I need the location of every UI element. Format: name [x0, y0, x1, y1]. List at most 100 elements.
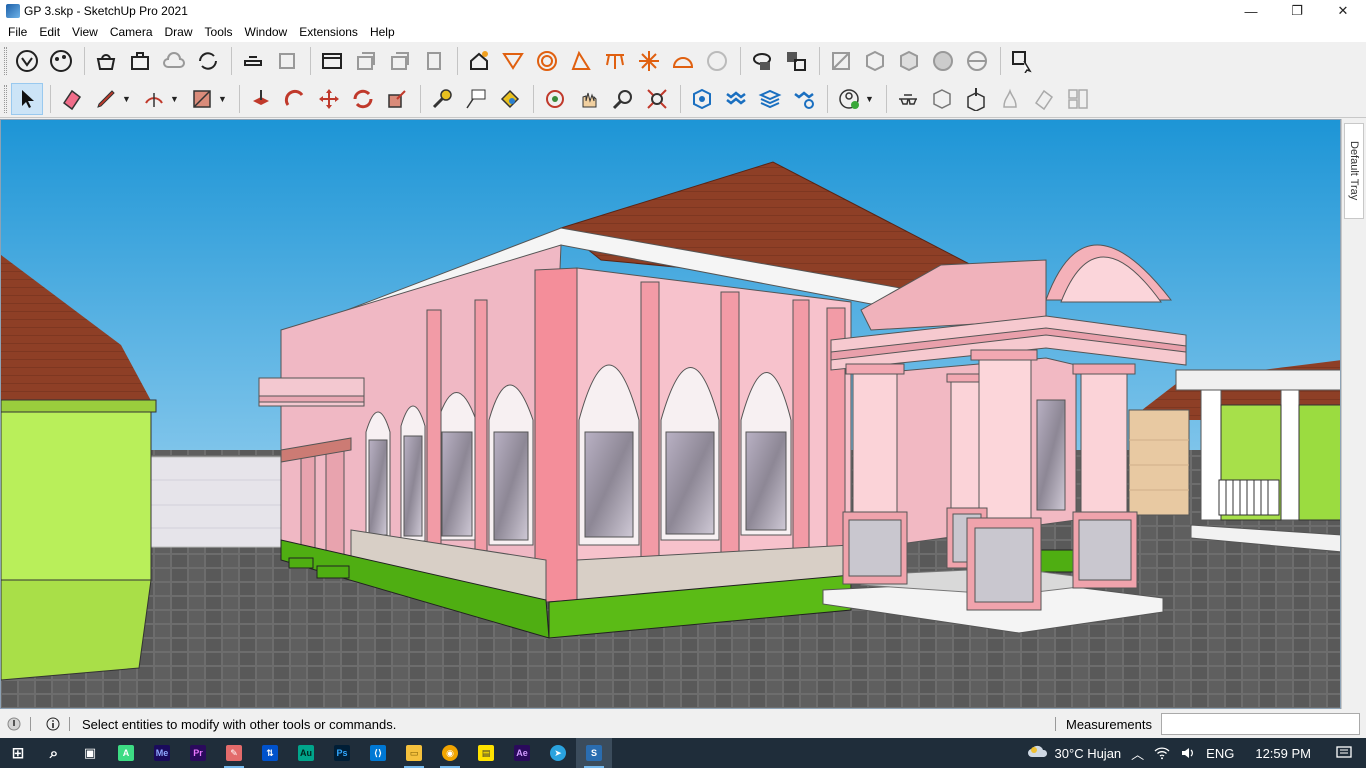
view-right-icon[interactable] — [418, 45, 450, 77]
menu-help[interactable]: Help — [364, 22, 401, 42]
rectangle-icon[interactable] — [186, 83, 218, 115]
chevron-up-icon[interactable]: ︿ — [1131, 744, 1144, 763]
sticky-notes-icon[interactable]: ▤ — [468, 738, 504, 768]
minimize-button[interactable]: — — [1228, 0, 1274, 22]
telegram-icon[interactable]: ➤ — [540, 738, 576, 768]
clock[interactable]: 12:59 PM — [1255, 746, 1311, 761]
paint-icon[interactable]: ✎ — [216, 738, 252, 768]
view-top-icon[interactable] — [350, 45, 382, 77]
warehouse-icon[interactable] — [90, 45, 122, 77]
menu-window[interactable]: Window — [239, 22, 294, 42]
volume-icon[interactable] — [1180, 746, 1196, 760]
shadow-icon[interactable] — [463, 45, 495, 77]
close-button[interactable]: ✕ — [1320, 0, 1366, 22]
solid-union-icon[interactable] — [746, 45, 778, 77]
table-icon[interactable] — [599, 45, 631, 77]
sync-icon[interactable] — [192, 45, 224, 77]
arc-icon[interactable] — [138, 83, 170, 115]
start-button-icon[interactable]: ⊞ — [0, 738, 36, 768]
orbit-icon[interactable] — [539, 83, 571, 115]
menu-draw[interactable]: Draw — [159, 22, 199, 42]
task-view-icon[interactable]: ▣ — [72, 738, 108, 768]
outliner-icon[interactable] — [754, 83, 786, 115]
file-explorer-icon[interactable]: ▭ — [396, 738, 432, 768]
select-icon[interactable] — [11, 82, 43, 115]
wireframe-icon[interactable] — [859, 45, 891, 77]
layout-send-icon[interactable] — [271, 45, 303, 77]
chevron-down-icon[interactable]: ▼ — [170, 94, 180, 104]
dome-icon[interactable] — [667, 45, 699, 77]
follow-me-icon[interactable] — [279, 83, 311, 115]
menu-edit[interactable]: Edit — [33, 22, 66, 42]
extension-warehouse-icon[interactable] — [124, 45, 156, 77]
chevron-down-icon[interactable]: ▼ — [218, 94, 228, 104]
sourcetree-icon[interactable]: ⇅ — [252, 738, 288, 768]
flame-icon[interactable] — [994, 83, 1026, 115]
sphere-icon[interactable] — [531, 45, 563, 77]
measurements-input[interactable] — [1161, 713, 1360, 735]
wifi-icon[interactable] — [1154, 746, 1170, 760]
push-pull-icon[interactable] — [245, 83, 277, 115]
eraser-icon[interactable] — [56, 83, 88, 115]
move-icon[interactable] — [313, 83, 345, 115]
user-icon[interactable] — [833, 83, 865, 115]
triangle-icon[interactable] — [565, 45, 597, 77]
geo-location-icon[interactable] — [6, 716, 22, 732]
pencil-icon[interactable] — [90, 83, 122, 115]
textured-icon[interactable] — [961, 45, 993, 77]
sketchup-taskbar-icon[interactable]: S — [576, 738, 612, 768]
shaded-icon[interactable] — [927, 45, 959, 77]
tape-measure-icon[interactable] — [426, 83, 458, 115]
chrome-icon[interactable]: ◉ — [432, 738, 468, 768]
pattern-icon[interactable] — [1028, 83, 1060, 115]
weather-widget[interactable]: 30°C Hujan — [1027, 745, 1121, 761]
section-plane-icon[interactable] — [497, 45, 529, 77]
android-studio-icon[interactable]: A — [108, 738, 144, 768]
media-encoder-icon[interactable]: Me — [144, 738, 180, 768]
model-viewport[interactable] — [0, 119, 1341, 709]
view-iso-icon[interactable] — [316, 45, 348, 77]
cube-disabled-icon[interactable] — [701, 45, 733, 77]
rotate-icon[interactable] — [347, 83, 379, 115]
search-icon[interactable]: ⌕ — [36, 738, 72, 768]
language-indicator[interactable]: ENG — [1206, 746, 1234, 761]
component-cursor-icon[interactable] — [1006, 45, 1038, 77]
text-icon[interactable] — [460, 83, 492, 115]
maximize-button[interactable]: ❐ — [1274, 0, 1320, 22]
pan-icon[interactable] — [573, 83, 605, 115]
sandbox-icon[interactable] — [686, 83, 718, 115]
vscode-icon[interactable]: ⟨⟩ — [360, 738, 396, 768]
xray-icon[interactable] — [825, 45, 857, 77]
styles-icon[interactable] — [45, 45, 77, 77]
menu-tools[interactable]: Tools — [199, 22, 239, 42]
solid-subtract-icon[interactable] — [780, 45, 812, 77]
box-open-icon[interactable] — [960, 83, 992, 115]
photoshop-icon[interactable]: Ps — [324, 738, 360, 768]
settings-icon[interactable] — [788, 83, 820, 115]
audition-icon[interactable]: Au — [288, 738, 324, 768]
view-front-icon[interactable] — [384, 45, 416, 77]
sun-icon[interactable] — [633, 45, 665, 77]
layout-tiles-icon[interactable] — [1062, 83, 1094, 115]
toolbar-grip-2[interactable] — [4, 84, 7, 113]
info-icon[interactable] — [45, 716, 61, 732]
scale-icon[interactable] — [381, 83, 413, 115]
chevron-down-icon[interactable]: ▼ — [122, 94, 132, 104]
menu-extensions[interactable]: Extensions — [293, 22, 364, 42]
cloud-icon[interactable] — [158, 45, 190, 77]
toolbar-grip[interactable] — [4, 47, 7, 75]
layers-icon[interactable] — [720, 83, 752, 115]
paint-bucket-icon[interactable] — [494, 83, 526, 115]
hidden-line-icon[interactable] — [893, 45, 925, 77]
menu-view[interactable]: View — [66, 22, 104, 42]
notifications-icon[interactable] — [1336, 746, 1352, 760]
zoom-icon[interactable] — [607, 83, 639, 115]
premiere-icon[interactable]: Pr — [180, 738, 216, 768]
box-icon[interactable] — [926, 83, 958, 115]
sketchup-logo-icon[interactable] — [11, 45, 43, 77]
layout-icon[interactable] — [237, 45, 269, 77]
after-effects-icon[interactable]: Ae — [504, 738, 540, 768]
menu-file[interactable]: File — [2, 22, 33, 42]
glasses-icon[interactable] — [892, 83, 924, 115]
zoom-extents-icon[interactable] — [641, 83, 673, 115]
